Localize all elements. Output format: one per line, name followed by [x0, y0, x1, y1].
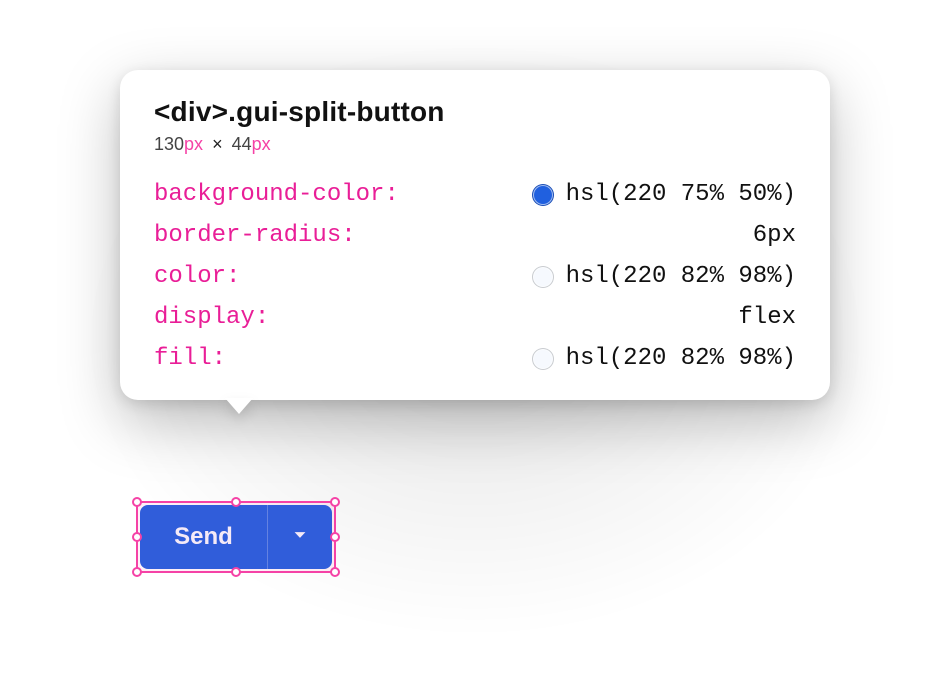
prop-colon: : [384, 181, 398, 208]
prop-row: fill: hsl(220 82% 98%) [154, 345, 796, 372]
dim-height-unit: px [252, 134, 271, 154]
selector-class: .gui-split-button [228, 96, 444, 127]
send-button-label: Send [174, 523, 233, 551]
dim-width-num: 130 [154, 134, 184, 154]
prop-colon: : [212, 345, 226, 372]
prop-value-text: hsl(220 82% 98%) [566, 263, 796, 290]
dim-separator: × [208, 134, 227, 154]
prop-value-text: flex [738, 304, 796, 331]
send-button[interactable]: Send [140, 505, 268, 569]
split-button[interactable]: Send [140, 505, 332, 569]
prop-value: flex [738, 304, 796, 331]
prop-colon: : [341, 222, 355, 249]
element-tooltip: <div>.gui-split-button 130px × 44px back… [120, 70, 830, 400]
selector-tag: <div> [154, 96, 228, 127]
prop-value-text: hsl(220 82% 98%) [566, 345, 796, 372]
prop-value: hsl(220 82% 98%) [532, 263, 796, 290]
prop-name: background-color [154, 181, 384, 208]
color-swatch-icon [532, 184, 554, 206]
style-properties: background-color: hsl(220 75% 50%) borde… [154, 181, 796, 372]
prop-name: color [154, 263, 226, 290]
prop-name: fill [154, 345, 212, 372]
prop-row: display: flex [154, 304, 796, 331]
tooltip-title: <div>.gui-split-button [154, 96, 796, 128]
tooltip-dimensions: 130px × 44px [154, 134, 796, 155]
prop-value-text: 6px [753, 222, 796, 249]
prop-value: hsl(220 82% 98%) [532, 345, 796, 372]
dim-width-unit: px [184, 134, 203, 154]
prop-row: color: hsl(220 82% 98%) [154, 263, 796, 290]
color-swatch-icon [532, 348, 554, 370]
split-dropdown-button[interactable] [268, 505, 332, 569]
color-swatch-icon [532, 266, 554, 288]
prop-value-text: hsl(220 75% 50%) [566, 181, 796, 208]
prop-name: border-radius [154, 222, 341, 249]
prop-name: display [154, 304, 255, 331]
stage: <div>.gui-split-button 130px × 44px back… [0, 0, 950, 690]
prop-colon: : [226, 263, 240, 290]
dim-height-num: 44 [232, 134, 252, 154]
chevron-down-icon [290, 525, 310, 550]
prop-row: background-color: hsl(220 75% 50%) [154, 181, 796, 208]
prop-value: 6px [753, 222, 796, 249]
prop-value: hsl(220 75% 50%) [532, 181, 796, 208]
prop-row: border-radius: 6px [154, 222, 796, 249]
prop-colon: : [255, 304, 269, 331]
